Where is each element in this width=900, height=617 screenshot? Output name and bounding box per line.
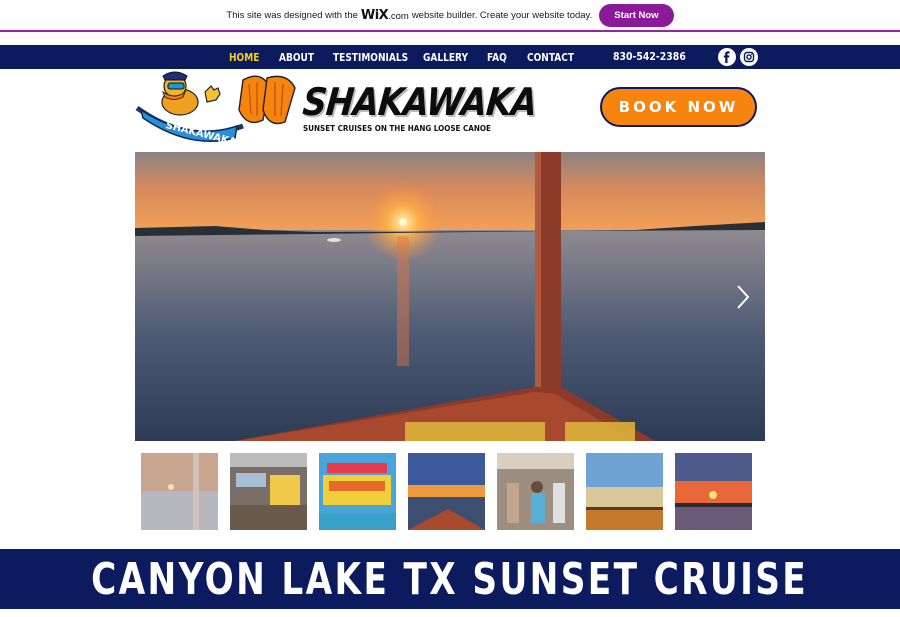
shakawaka-logo[interactable]: SHAKAWAKA (135, 70, 300, 150)
gallery-thumbnail[interactable] (586, 453, 663, 530)
book-now-button[interactable]: BOOK NOW (600, 87, 757, 127)
chevron-right-icon[interactable] (735, 284, 751, 310)
nav-item-testimonials[interactable]: TESTIMONIALS (333, 51, 408, 64)
instagram-icon[interactable] (740, 48, 758, 66)
brand-tagline: SUNSET CRUISES ON THE HANG LOOSE CANOE (303, 124, 491, 133)
gallery-thumbnail[interactable] (319, 453, 396, 530)
nav-item-faq[interactable]: FAQ (487, 51, 520, 64)
page-title: CANYON LAKE TX SUNSET CRUISE (91, 553, 809, 605)
gallery-thumbnail[interactable] (497, 453, 574, 530)
wix-logo[interactable]: WiX.com (361, 8, 409, 23)
hero-slideshow[interactable] (135, 152, 765, 441)
main-nav: HOME ABOUT TESTIMONIALS GALLERY FAQ CONT… (0, 45, 900, 69)
wix-logo-suffix: .com (388, 10, 409, 22)
gallery-thumbnail[interactable] (408, 453, 485, 530)
phone-number[interactable]: 830-542-2386 (613, 50, 686, 63)
wix-logo-mark: WiX (360, 7, 389, 23)
brand-title: SHAKAWAKA (300, 80, 539, 124)
nav-item-home[interactable]: HOME (229, 51, 270, 64)
gallery-thumbnail[interactable] (141, 453, 218, 530)
nav-item-contact[interactable]: CONTACT (527, 51, 574, 64)
nav-menu: HOME ABOUT TESTIMONIALS GALLERY FAQ CONT… (229, 45, 584, 69)
facebook-icon[interactable] (718, 48, 736, 66)
wix-promo-banner: This site was designed with the WiX.com … (0, 0, 900, 30)
wix-promo-text-before: This site was designed with the (226, 9, 358, 21)
wix-banner-divider (0, 30, 900, 32)
gallery-thumbnail[interactable] (675, 453, 752, 530)
wix-promo-text-after: website builder. Create your website tod… (411, 9, 593, 21)
wix-promo-text: This site was designed with the WiX.com … (226, 3, 674, 27)
hero-sunset-photo (135, 152, 765, 441)
page-heading-band: CANYON LAKE TX SUNSET CRUISE (0, 549, 900, 609)
nav-item-gallery[interactable]: GALLERY (423, 51, 475, 64)
nav-item-about[interactable]: ABOUT (279, 51, 323, 64)
gallery-thumbnail[interactable] (230, 453, 307, 530)
start-now-button[interactable]: Start Now (599, 3, 674, 27)
